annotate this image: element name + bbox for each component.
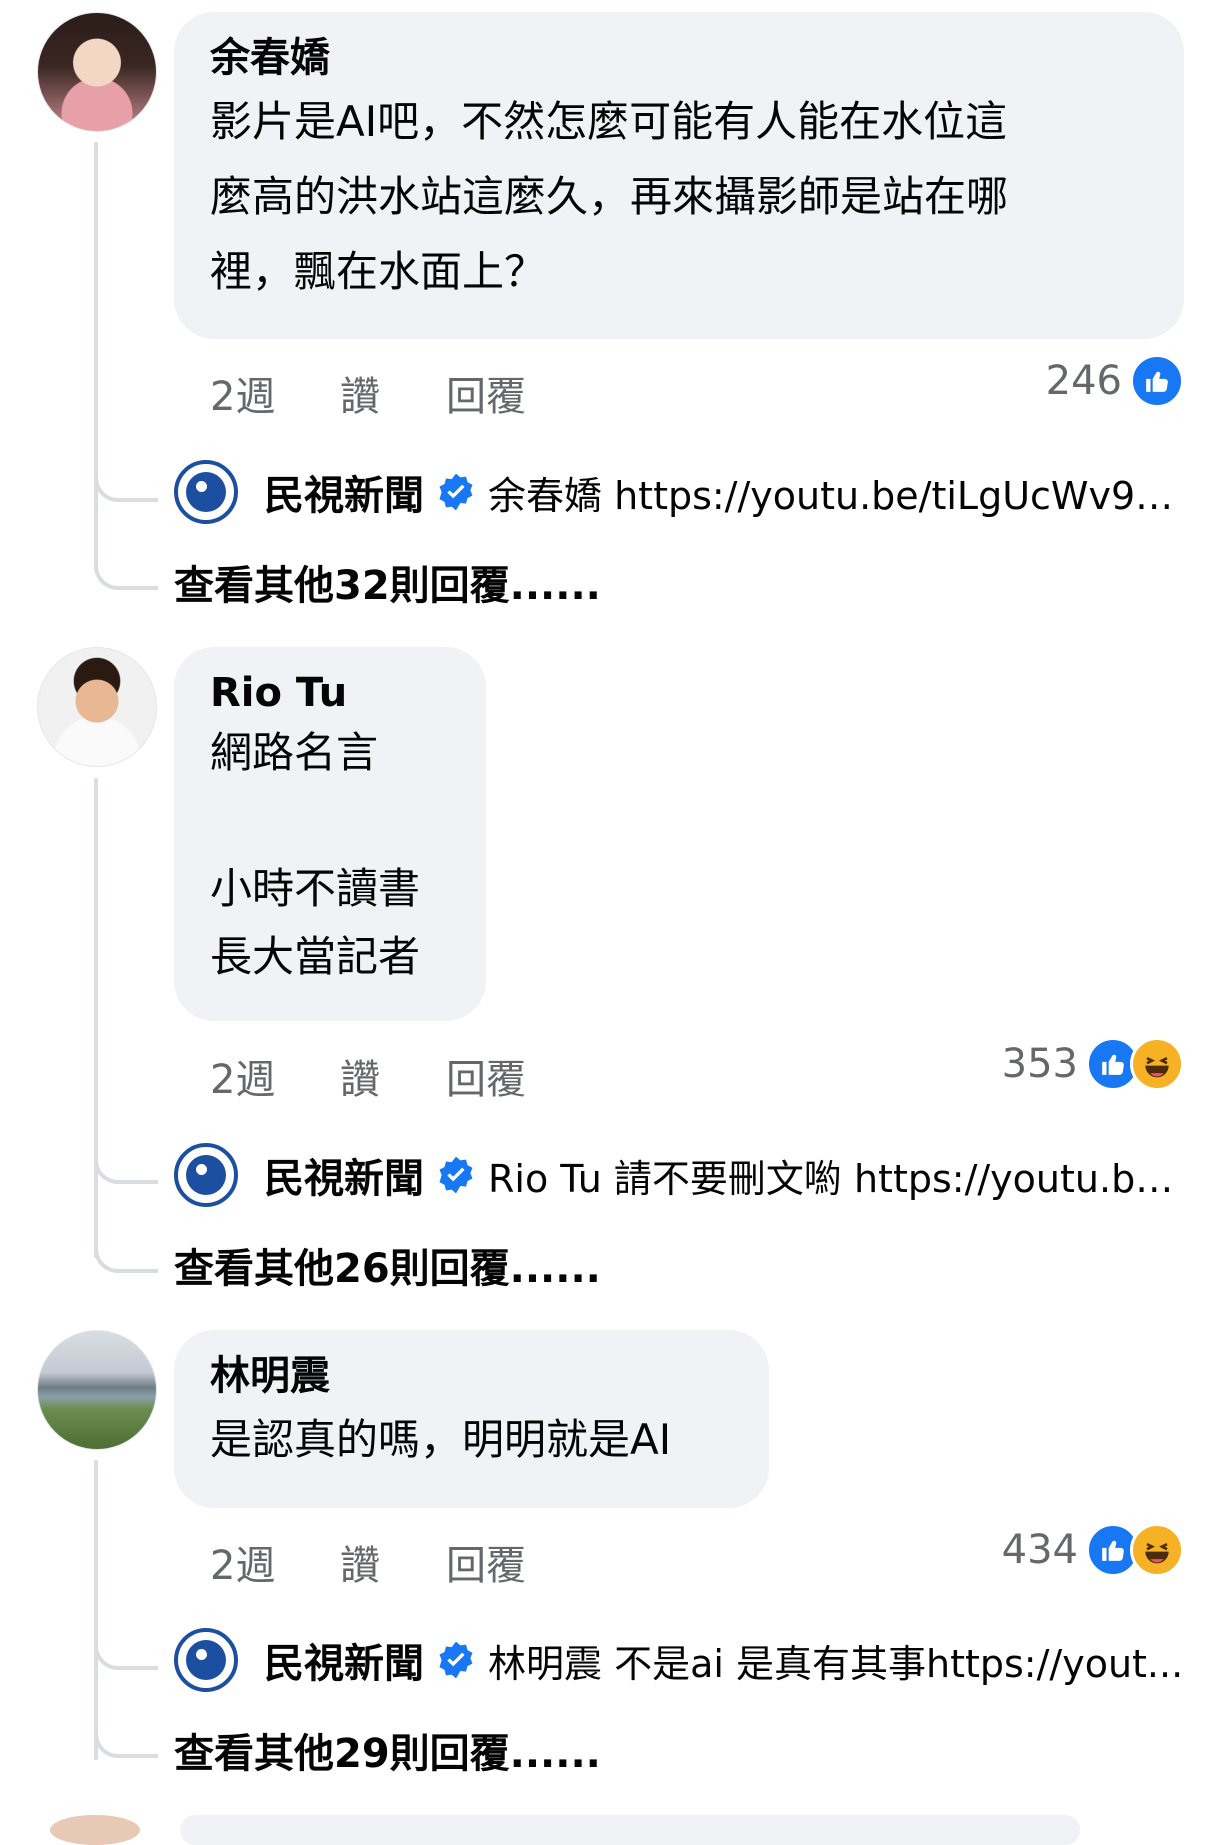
reply-button[interactable]: 回覆 xyxy=(446,1047,526,1105)
thread-branch xyxy=(94,470,158,502)
comment-text: 網路名言 小時不讀書 長大當記者 xyxy=(210,728,421,981)
reply-button[interactable]: 回覆 xyxy=(446,1533,526,1591)
thread-line xyxy=(94,142,98,572)
page-reply-text: 林明震 不是ai 是真有其事https://yout... xyxy=(488,1641,1184,1686)
comment-author[interactable]: 林明震 xyxy=(210,1350,731,1402)
verified-badge-icon xyxy=(439,1641,473,1679)
avatar[interactable] xyxy=(37,647,157,767)
reaction-count: 353 xyxy=(1001,1041,1078,1087)
like-button[interactable]: 讚 xyxy=(340,364,380,422)
thread-branch xyxy=(94,558,158,590)
thread-line xyxy=(94,1460,98,1760)
page-reply[interactable]: 民視新聞 Rio Tu 請不要刪文喲 https://youtu.be/... xyxy=(174,1143,1184,1207)
thread-branch xyxy=(94,1726,158,1758)
comment-bubble: 余春嬌 影片是AI吧，不然怎麼可能有人能在水位這 麼高的洪水站這麼久，再來攝影師… xyxy=(174,12,1184,339)
avatar[interactable] xyxy=(37,12,157,132)
like-button[interactable]: 讚 xyxy=(340,1533,380,1591)
page-reply[interactable]: 民視新聞 余春嬌 https://youtu.be/tiLgUcWv9s0... xyxy=(174,460,1184,524)
comment-bubble: Rio Tu 網路名言 小時不讀書 長大當記者 xyxy=(174,647,486,1021)
next-comment-bubble xyxy=(180,1815,1080,1845)
page-reply-text: 余春嬌 https://youtu.be/tiLgUcWv9s0... xyxy=(488,473,1184,518)
page-name[interactable]: 民視新聞 xyxy=(264,463,424,521)
reaction-count: 246 xyxy=(1045,358,1122,404)
avatar[interactable] xyxy=(37,1330,157,1450)
reaction-count: 434 xyxy=(1001,1527,1078,1573)
next-comment-avatar[interactable] xyxy=(50,1815,140,1845)
view-more-replies[interactable]: 查看其他26則回覆...... xyxy=(174,1236,601,1294)
comment-time[interactable]: 2週 xyxy=(210,1533,275,1591)
haha-icon xyxy=(1130,1523,1184,1577)
page-reply[interactable]: 民視新聞 林明震 不是ai 是真有其事https://yout... xyxy=(174,1628,1184,1692)
thread-branch xyxy=(94,1241,158,1273)
reaction-summary[interactable]: 353 xyxy=(1002,1037,1184,1091)
ftv-logo-icon[interactable] xyxy=(174,460,238,524)
verified-badge-icon xyxy=(439,1156,473,1194)
thread-branch xyxy=(94,1638,158,1670)
comment-text: 影片是AI吧，不然怎麼可能有人能在水位這 麼高的洪水站這麼久，再來攝影師是站在哪… xyxy=(210,97,1009,296)
thread-branch xyxy=(94,1152,158,1184)
view-more-replies[interactable]: 查看其他29則回覆...... xyxy=(174,1721,601,1779)
like-icon xyxy=(1130,354,1184,408)
like-button[interactable]: 讚 xyxy=(340,1047,380,1105)
ftv-logo-icon[interactable] xyxy=(174,1143,238,1207)
comment-author[interactable]: 余春嬌 xyxy=(210,32,1146,84)
comment-time[interactable]: 2週 xyxy=(210,1047,275,1105)
page-reply-text: Rio Tu 請不要刪文喲 https://youtu.be/... xyxy=(488,1156,1184,1201)
comment-time[interactable]: 2週 xyxy=(210,364,275,422)
thread-line xyxy=(94,778,98,1258)
reaction-summary[interactable]: 246 xyxy=(1046,354,1184,408)
comment-text: 是認真的嗎，明明就是AI xyxy=(210,1415,672,1464)
haha-icon xyxy=(1130,1037,1184,1091)
comment-author[interactable]: Rio Tu xyxy=(210,667,448,719)
page-name[interactable]: 民視新聞 xyxy=(264,1631,424,1689)
ftv-logo-icon[interactable] xyxy=(174,1628,238,1692)
reaction-summary[interactable]: 434 xyxy=(1002,1523,1184,1577)
reply-button[interactable]: 回覆 xyxy=(446,364,526,422)
verified-badge-icon xyxy=(439,473,473,511)
page-name[interactable]: 民視新聞 xyxy=(264,1146,424,1204)
comment-bubble: 林明震 是認真的嗎，明明就是AI xyxy=(174,1330,769,1508)
view-more-replies[interactable]: 查看其他32則回覆...... xyxy=(174,553,601,611)
